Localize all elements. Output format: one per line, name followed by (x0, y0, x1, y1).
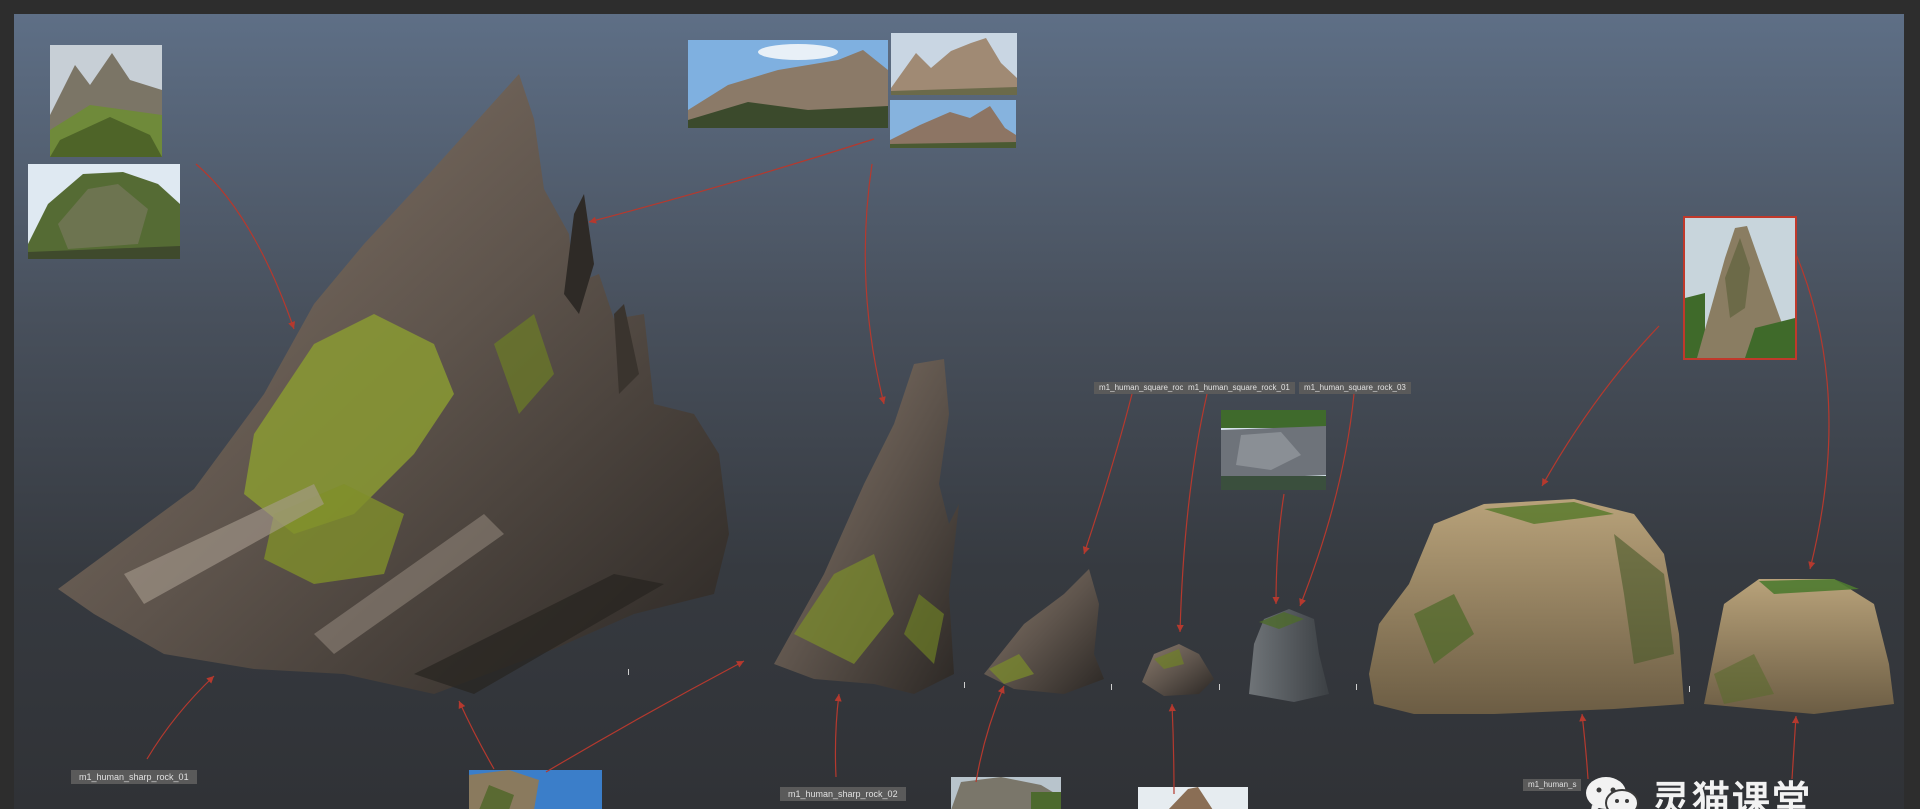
rock-model-square-05 (1704, 579, 1894, 714)
canvas-board[interactable]: m1_human_sharp_rock_01 m1_human_sharp_ro… (14, 14, 1904, 809)
rock-model-square-04 (1369, 499, 1684, 714)
label-square-rock-04[interactable]: m1_human_s (1523, 779, 1582, 791)
rock-model-square-01 (1142, 644, 1214, 696)
label-sharp-rock-01[interactable]: m1_human_sharp_rock_01 (71, 770, 197, 784)
label-square-rock-01[interactable]: m1_human_square_rock_01 (1183, 382, 1295, 394)
rock-model-square-03 (1249, 609, 1329, 702)
watermark-text: 灵猫课堂 (1652, 778, 1813, 809)
watermark: 灵猫课堂 (1584, 774, 1904, 809)
rock-models (58, 74, 1894, 714)
label-square-rock-03[interactable]: m1_human_square_rock_03 (1299, 382, 1411, 394)
rock-model-square-02 (984, 569, 1104, 694)
wechat-icon (1586, 776, 1639, 809)
label-sharp-rock-02[interactable]: m1_human_sharp_rock_02 (780, 787, 906, 801)
rock-model-sharp-01 (58, 74, 729, 694)
rock-model-sharp-02 (774, 359, 959, 694)
